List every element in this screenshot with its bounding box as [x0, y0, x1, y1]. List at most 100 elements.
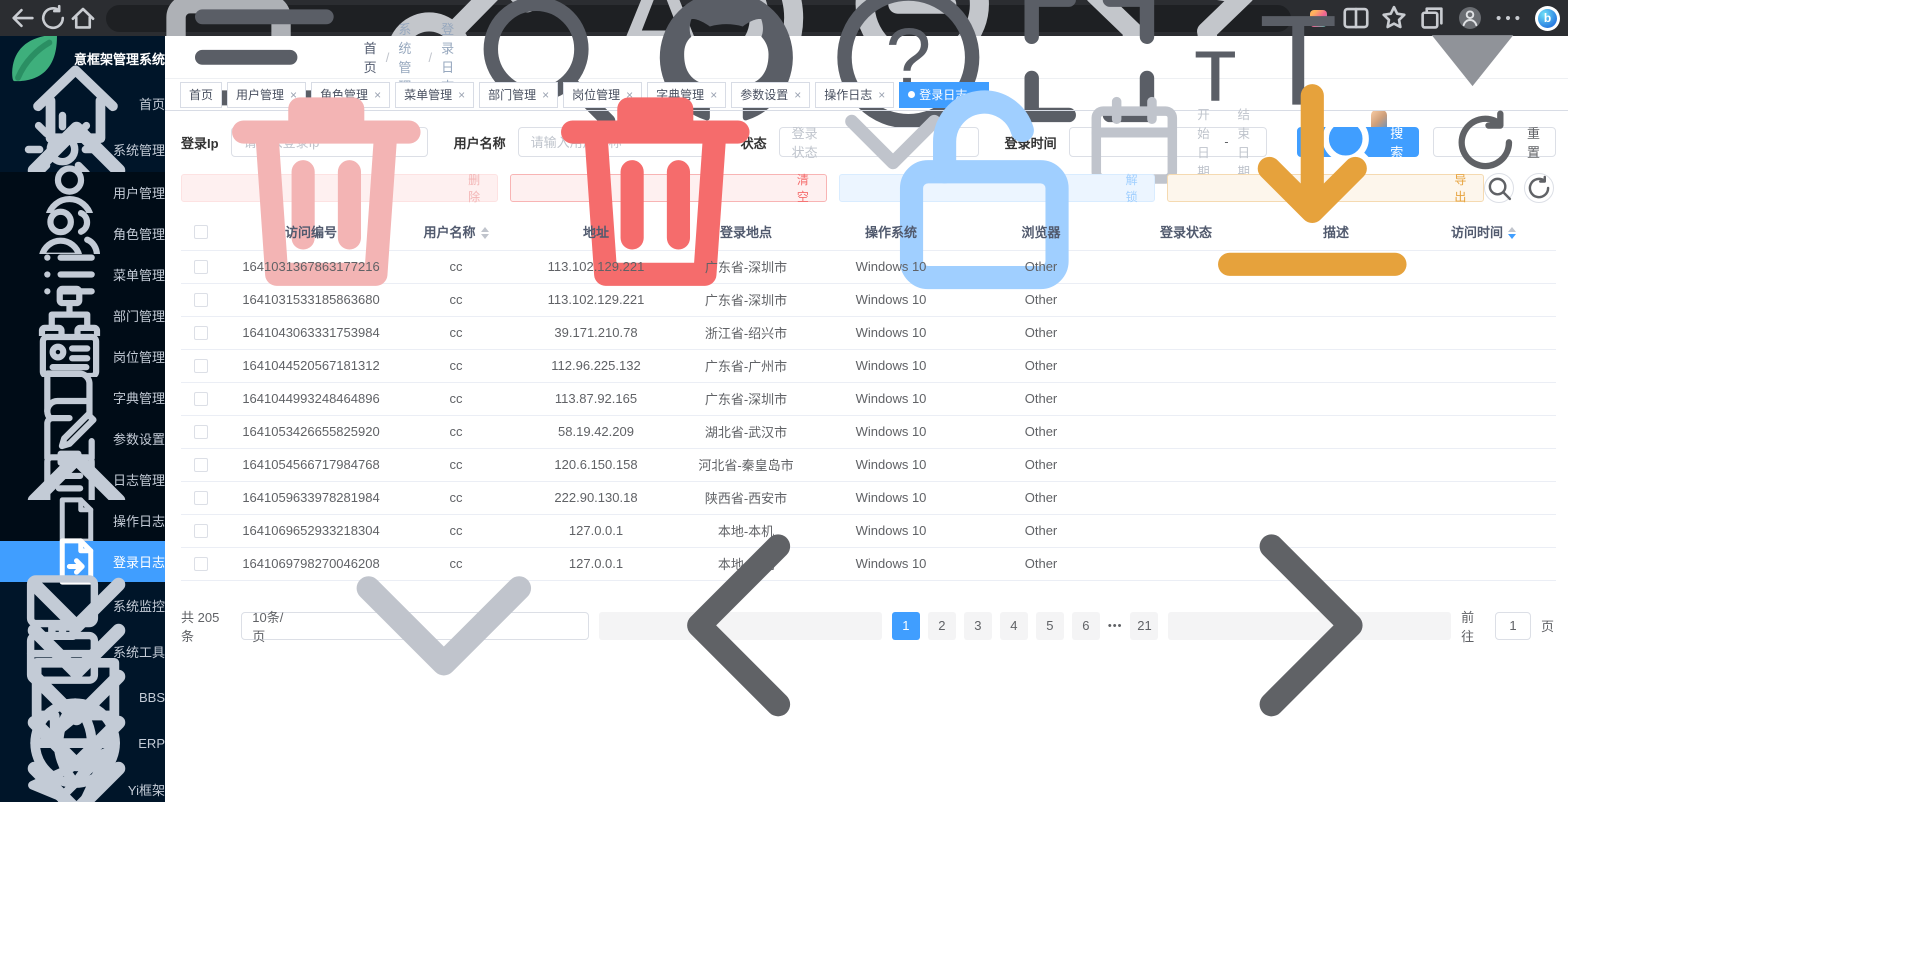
cell-os: Windows 10 — [811, 448, 971, 481]
cell-status — [1111, 349, 1261, 382]
row-checkbox[interactable] — [194, 392, 208, 406]
cell-id: 1641044993248464896 — [221, 382, 401, 415]
page-1-button[interactable]: 1 — [892, 612, 920, 640]
page-content: 登录Ip 用户名称 状态 登录状态 — [165, 111, 1568, 802]
cell-status — [1111, 415, 1261, 448]
goto-page-input[interactable] — [1495, 612, 1531, 640]
cell-desc — [1261, 349, 1411, 382]
cell-user: cc — [401, 316, 511, 349]
page-5-button[interactable]: 5 — [1036, 612, 1064, 640]
refresh-table-button[interactable] — [1524, 173, 1554, 203]
cell-ip: 120.6.150.158 — [511, 448, 681, 481]
sort-carets[interactable] — [1508, 227, 1516, 239]
cell-desc — [1261, 382, 1411, 415]
back-icon — [8, 3, 38, 33]
sidebar: 意框架管理系统 首页系统管理用户管理角色管理菜单管理部门管理岗位管理字典管理参数… — [0, 36, 165, 802]
cell-checkbox — [181, 382, 221, 415]
cell-browser: Other — [971, 316, 1111, 349]
page-6-button[interactable]: 6 — [1072, 612, 1100, 640]
back-button[interactable] — [8, 4, 38, 32]
row-checkbox[interactable] — [194, 557, 208, 571]
cell-browser: Other — [971, 448, 1111, 481]
row-checkbox[interactable] — [194, 260, 208, 274]
row-checkbox[interactable] — [194, 458, 208, 472]
more-pages[interactable]: ••• — [1108, 620, 1123, 632]
sort-carets[interactable] — [481, 227, 489, 239]
row-checkbox[interactable] — [194, 359, 208, 373]
table-row[interactable]: 1641043063331753984cc39.171.210.78浙江省-绍兴… — [181, 316, 1556, 349]
page-3-button[interactable]: 3 — [964, 612, 992, 640]
main-area: 首页/系统管理/登录日志 ? тT 首页用户管理×角色管理×菜单管理×部门管理×… — [165, 36, 1568, 802]
clear-button[interactable]: 清空 — [510, 174, 827, 202]
cell-os: Windows 10 — [811, 349, 971, 382]
close-icon[interactable]: × — [458, 88, 465, 102]
table-row[interactable]: 1641053426655825920cc58.19.42.209湖北省-武汉市… — [181, 415, 1556, 448]
refresh-icon — [38, 3, 68, 33]
delete-button[interactable]: 删除 — [181, 174, 498, 202]
cell-ip: 113.87.92.165 — [511, 382, 681, 415]
cell-time — [1411, 382, 1556, 415]
row-checkbox[interactable] — [194, 293, 208, 307]
refresh-icon — [1449, 106, 1522, 179]
cell-time — [1411, 316, 1556, 349]
cell-checkbox — [181, 316, 221, 349]
cell-user: cc — [401, 349, 511, 382]
prev-page-button[interactable] — [599, 612, 882, 640]
cell-os: Windows 10 — [811, 415, 971, 448]
download-icon — [1180, 56, 1445, 321]
sidebar-menu: 首页系统管理用户管理角色管理菜单管理部门管理岗位管理字典管理参数设置日志管理操作… — [0, 80, 165, 802]
cell-browser: Other — [971, 382, 1111, 415]
next-page-button[interactable] — [1168, 612, 1451, 640]
page-2-button[interactable]: 2 — [928, 612, 956, 640]
cell-desc — [1261, 415, 1411, 448]
row-checkbox[interactable] — [194, 491, 208, 505]
cell-os: Windows 10 — [811, 382, 971, 415]
chevron-right-icon — [1172, 488, 1447, 763]
cell-checkbox — [181, 448, 221, 481]
pagination-total: 共 205 条 — [181, 607, 231, 645]
table-row[interactable]: 1641044520567181312cc112.96.225.132广东省-广… — [181, 349, 1556, 382]
reset-button[interactable]: 重置 — [1433, 127, 1556, 157]
select-all-checkbox[interactable] — [194, 225, 208, 239]
goto-label: 前往 — [1461, 607, 1485, 645]
pagination: 共 205 条 10条/页 123456•••21 前往 页 — [181, 607, 1556, 645]
home-icon — [68, 3, 98, 33]
close-icon[interactable]: × — [794, 88, 801, 102]
cell-time — [1411, 448, 1556, 481]
cell-status — [1111, 316, 1261, 349]
chevron-down-icon — [307, 489, 581, 763]
cell-checkbox — [181, 547, 221, 580]
table-toolbar: 删除 清空 解锁 导出 — [181, 173, 1556, 203]
cell-desc — [1261, 316, 1411, 349]
unlock-button[interactable]: 解锁 — [839, 174, 1156, 202]
cell-id: 1641053426655825920 — [221, 415, 401, 448]
unlock-icon — [852, 56, 1117, 321]
row-checkbox[interactable] — [194, 326, 208, 340]
bulk-actions: 删除 清空 解锁 导出 — [181, 174, 1484, 202]
cell-status — [1111, 382, 1261, 415]
cell-desc — [1261, 448, 1411, 481]
row-checkbox[interactable] — [194, 524, 208, 538]
row-checkbox[interactable] — [194, 425, 208, 439]
table-row[interactable]: 1641044993248464896cc113.87.92.165广东省-深圳… — [181, 382, 1556, 415]
toggle-search-button[interactable] — [1484, 173, 1514, 203]
cell-browser: Other — [971, 415, 1111, 448]
cell-checkbox — [181, 481, 221, 514]
page-size-select[interactable]: 10条/页 — [241, 612, 589, 640]
trash-icon — [523, 56, 788, 321]
home-button[interactable] — [68, 4, 98, 32]
cell-ip: 58.19.42.209 — [511, 415, 681, 448]
cell-time — [1411, 415, 1556, 448]
sidebar-item-yi-framework[interactable]: Yi框架 — [0, 766, 165, 802]
cell-ip: 112.96.225.132 — [511, 349, 681, 382]
chevron-down-icon — [0, 713, 153, 803]
page-4-button[interactable]: 4 — [1000, 612, 1028, 640]
table-row[interactable]: 1641054566717984768cc120.6.150.158河北省-秦皇… — [181, 448, 1556, 481]
cell-id: 1641043063331753984 — [221, 316, 401, 349]
export-button[interactable]: 导出 — [1167, 174, 1484, 202]
page-21-button[interactable]: 21 — [1130, 612, 1158, 640]
refresh-button[interactable] — [38, 4, 68, 32]
username-label: 用户名称 — [454, 133, 506, 152]
table-utility-buttons — [1484, 173, 1556, 203]
cell-user: cc — [401, 382, 511, 415]
